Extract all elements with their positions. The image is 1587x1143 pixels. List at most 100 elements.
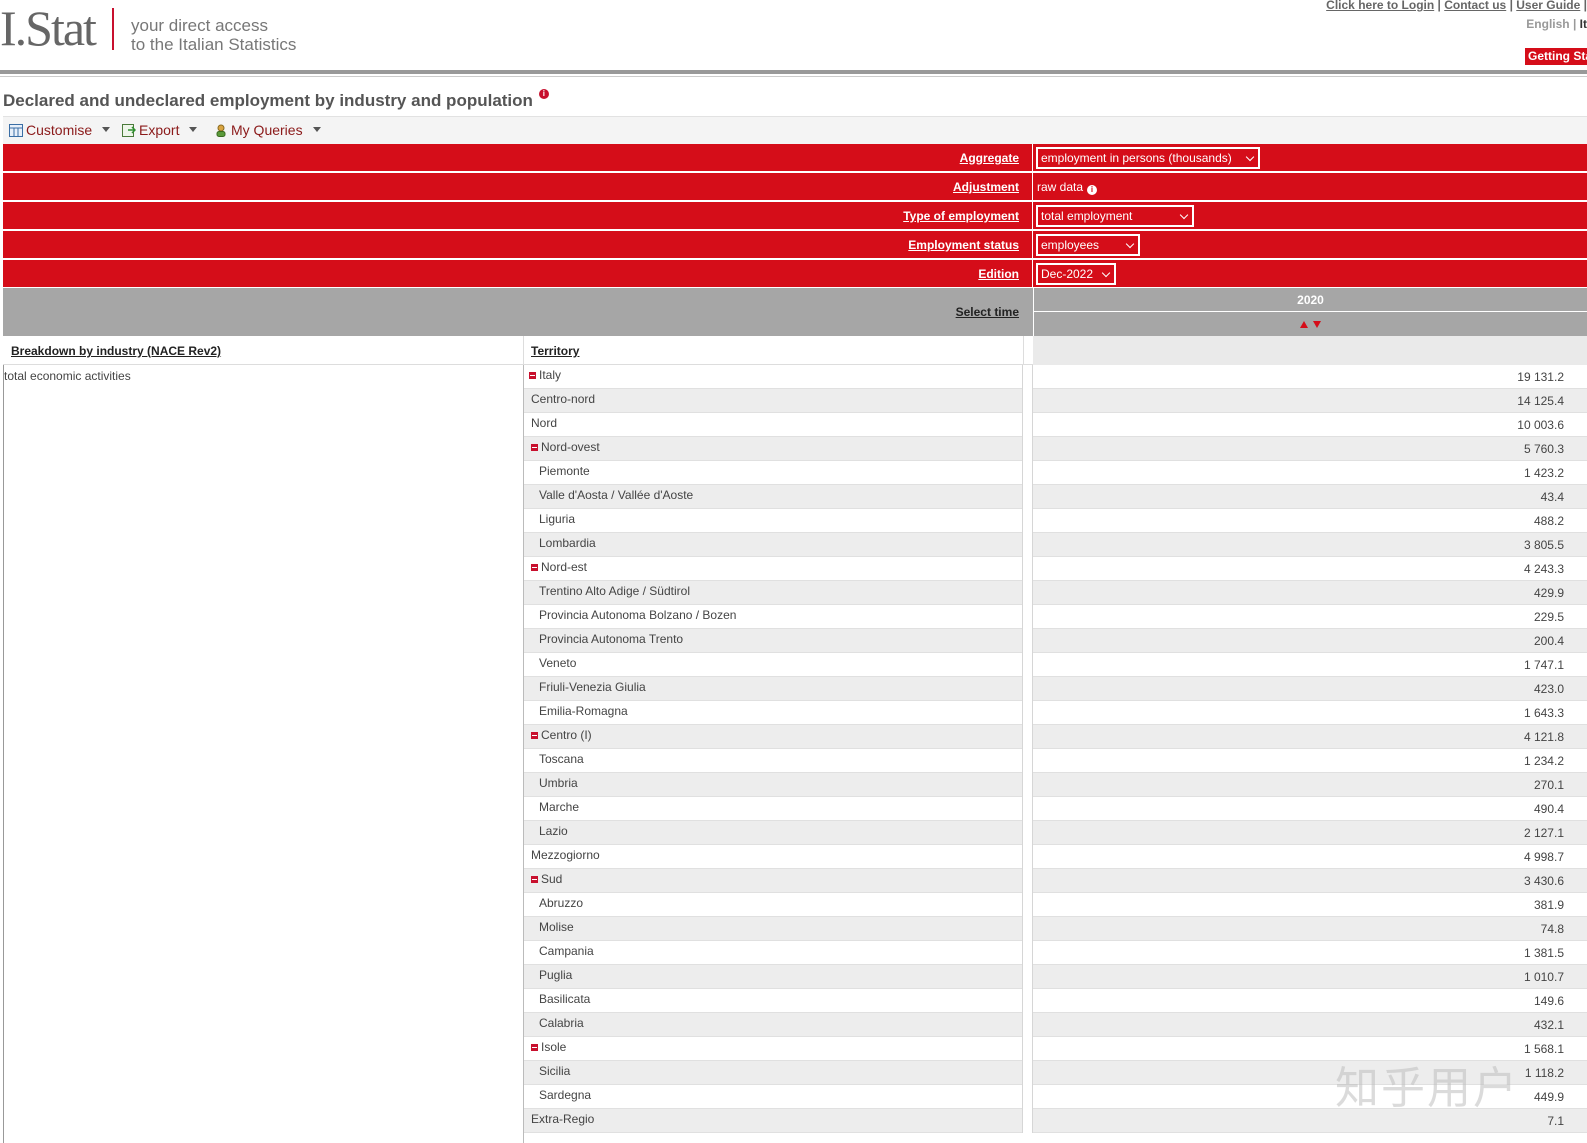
table-row: Molise 74.8 xyxy=(523,917,1587,941)
cell-divider xyxy=(1022,989,1023,1013)
export-menu[interactable]: Export xyxy=(122,122,198,138)
territory-label: Trentino Alto Adige / Südtirol xyxy=(539,584,690,598)
select-time-link[interactable]: Select time xyxy=(956,305,1019,319)
logo-separator xyxy=(112,8,114,50)
territory-label: Sicilia xyxy=(539,1064,571,1078)
aggregate-label[interactable]: Aggregate xyxy=(960,151,1019,165)
territory-cell: Piemonte xyxy=(539,464,590,478)
territory-label: Toscana xyxy=(539,752,584,766)
chevron-down-icon xyxy=(312,127,321,132)
value-cell: 4 243.3 xyxy=(1523,562,1564,576)
value-cell: 4 121.8 xyxy=(1523,730,1564,744)
territory-cell: Friuli-Venezia Giulia xyxy=(539,680,646,694)
export-icon xyxy=(122,124,136,137)
cell-divider xyxy=(1022,437,1023,461)
value-cell: 381.9 xyxy=(1533,898,1564,912)
value-cell: 423.0 xyxy=(1533,682,1564,696)
info-icon[interactable]: i xyxy=(1087,185,1098,195)
column-divider xyxy=(523,336,524,365)
collapse-icon[interactable] xyxy=(531,876,538,883)
cell-divider xyxy=(1032,965,1033,989)
collapse-icon[interactable] xyxy=(531,1044,538,1051)
cell-divider xyxy=(1022,869,1023,893)
territory-label: Liguria xyxy=(539,512,576,526)
territory-label: Isole xyxy=(541,1040,567,1054)
territory-cell: Centro (I) xyxy=(531,728,592,742)
cell-divider xyxy=(1032,797,1033,821)
watermark: 知乎用户 xyxy=(1335,1063,1519,1114)
spacer-cell xyxy=(1023,701,1032,725)
table-row: Valle d'Aosta / Vallée d'Aoste 43.4 xyxy=(523,485,1587,509)
value-cell: 149.6 xyxy=(1533,994,1564,1008)
territory-cell: Molise xyxy=(539,920,574,934)
login-link[interactable]: Click here to Login xyxy=(1326,0,1434,12)
collapse-icon[interactable] xyxy=(531,564,538,571)
value-cell: 43.4 xyxy=(1540,490,1564,504)
territory-label: Sardegna xyxy=(539,1088,592,1102)
collapse-icon[interactable] xyxy=(531,444,538,451)
type-of-employment-label[interactable]: Type of employment xyxy=(903,209,1019,223)
territory-cell: Nord xyxy=(531,416,557,430)
adjustment-label[interactable]: Adjustment xyxy=(953,180,1019,194)
territory-label: Sud xyxy=(541,872,563,886)
getting-started-button[interactable]: Getting Sta xyxy=(1525,48,1587,65)
cell-divider xyxy=(1022,821,1023,845)
edition-select[interactable]: Dec-2022 xyxy=(1036,263,1116,285)
spacer-cell xyxy=(1023,749,1032,773)
spacer-cell xyxy=(1023,1037,1032,1061)
territory-label: Campania xyxy=(539,944,594,958)
type-of-employment-value: total employment xyxy=(1041,209,1133,223)
employment-status-label[interactable]: Employment status xyxy=(908,238,1019,252)
cell-divider xyxy=(1022,725,1023,749)
collapse-icon[interactable] xyxy=(531,732,538,739)
cell-divider xyxy=(1032,1061,1033,1085)
aggregate-value: employment in persons (thousands) xyxy=(1041,151,1232,165)
sort-descending-icon[interactable] xyxy=(1313,321,1321,328)
territory-cell: Umbria xyxy=(539,776,578,790)
spacer-cell xyxy=(1023,581,1032,605)
table-row: Friuli-Venezia Giulia 423.0 xyxy=(523,677,1587,701)
table-row: Lazio 2 127.1 xyxy=(523,821,1587,845)
collapse-icon[interactable] xyxy=(529,372,536,379)
customise-menu[interactable]: Customise xyxy=(9,122,111,138)
chevron-down-icon xyxy=(189,127,198,132)
territory-label: Piemonte xyxy=(539,464,590,478)
contact-link[interactable]: Contact us xyxy=(1444,0,1506,12)
territory-column-header[interactable]: Territory xyxy=(531,344,579,358)
spacer-cell xyxy=(1023,533,1032,557)
employment-status-select[interactable]: employees xyxy=(1036,234,1140,256)
type-of-employment-select[interactable]: total employment xyxy=(1036,205,1194,227)
table-row: Abruzzo 381.9 xyxy=(523,893,1587,917)
user-guide-link[interactable]: User Guide xyxy=(1516,0,1580,12)
cell-divider xyxy=(1022,965,1023,989)
row-divider xyxy=(1032,202,1033,230)
lang-italian-link[interactable]: It xyxy=(1580,17,1587,31)
column-header-row: Breakdown by industry (NACE Rev2) Territ… xyxy=(3,336,1587,365)
cell-divider xyxy=(1032,437,1033,461)
territory-label: Provincia Autonoma Trento xyxy=(539,632,684,646)
cell-divider xyxy=(1032,701,1033,725)
cell-divider xyxy=(1032,725,1033,749)
value-cell: 488.2 xyxy=(1533,514,1564,528)
territory-label: Provincia Autonoma Bolzano / Bozen xyxy=(539,608,737,622)
table-row: Nord-est 4 243.3 xyxy=(523,557,1587,581)
value-cell: 1 423.2 xyxy=(1523,466,1564,480)
info-icon[interactable]: i xyxy=(538,89,549,99)
edition-label[interactable]: Edition xyxy=(978,267,1019,281)
table-row: Mezzogiorno 4 998.7 xyxy=(523,845,1587,869)
cell-divider xyxy=(1022,509,1023,533)
breakdown-column-header[interactable]: Breakdown by industry (NACE Rev2) xyxy=(11,344,221,358)
cell-divider xyxy=(1022,557,1023,581)
territory-label: Lombardia xyxy=(539,536,596,550)
aggregate-select[interactable]: employment in persons (thousands) xyxy=(1036,147,1260,169)
sort-ascending-icon[interactable] xyxy=(1300,321,1308,328)
table-row: Italy 19 131.2 xyxy=(523,365,1587,389)
my-queries-menu[interactable]: My Queries xyxy=(214,122,321,138)
territory-cell: Mezzogiorno xyxy=(531,848,600,862)
cell-divider xyxy=(1032,821,1033,845)
cell-divider xyxy=(1022,941,1023,965)
lang-english-link[interactable]: English xyxy=(1526,17,1569,31)
adjustment-value: raw data xyxy=(1037,180,1084,194)
table-row: Calabria 432.1 xyxy=(523,1013,1587,1037)
istat-logo[interactable]: I.Stat xyxy=(0,2,97,54)
